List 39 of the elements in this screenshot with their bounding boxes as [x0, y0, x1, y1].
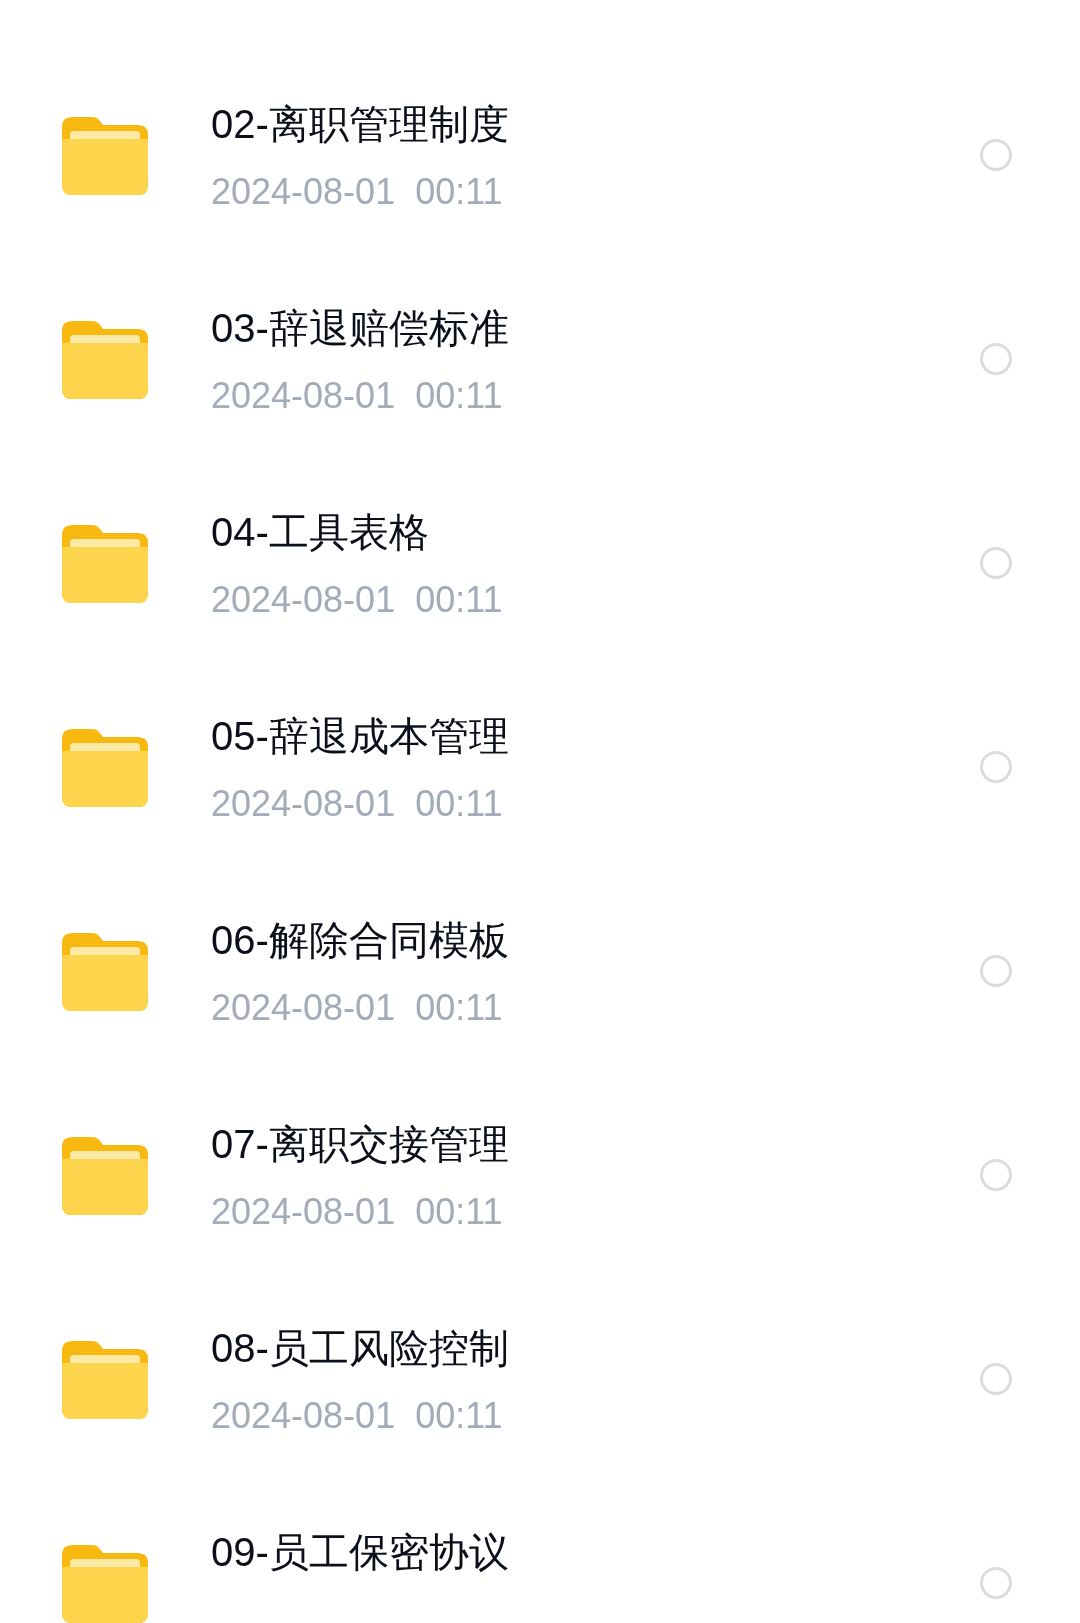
select-radio[interactable] — [980, 343, 1012, 375]
folder-row[interactable]: 09-员工保密协议 — [0, 1483, 1080, 1623]
folder-row[interactable]: 03-辞退赔偿标准 2024-08-01 00:11 — [0, 259, 1080, 463]
folder-name: 04-工具表格 — [211, 509, 430, 556]
select-radio[interactable] — [980, 1567, 1012, 1599]
folder-row[interactable]: 02-离职管理制度 2024-08-01 00:11 — [0, 55, 1080, 259]
select-radio[interactable] — [980, 751, 1012, 783]
select-radio[interactable] — [980, 547, 1012, 579]
folder-name: 07-离职交接管理 — [211, 1121, 510, 1168]
folder-row[interactable]: 07-离职交接管理 2024-08-01 00:11 — [0, 1075, 1080, 1279]
file-date: 2024-08-01 00:11 — [211, 170, 504, 214]
folder-name: 09-员工保密协议 — [211, 1529, 510, 1576]
folder-icon — [62, 117, 148, 195]
select-radio[interactable] — [980, 1159, 1012, 1191]
folder-row[interactable]: 08-员工风险控制 2024-08-01 00:11 — [0, 1279, 1080, 1483]
folder-row[interactable]: 04-工具表格 2024-08-01 00:11 — [0, 463, 1080, 667]
file-date: 2024-08-01 00:11 — [211, 1190, 504, 1234]
file-date: 2024-08-01 00:11 — [211, 1394, 504, 1438]
file-date: 2024-08-01 00:11 — [211, 782, 504, 826]
select-radio[interactable] — [980, 139, 1012, 171]
folder-icon — [62, 1137, 148, 1215]
folder-name: 08-员工风险控制 — [211, 1325, 510, 1372]
file-date: 2024-08-01 00:11 — [211, 374, 504, 418]
folder-icon — [62, 321, 148, 399]
folder-icon — [62, 1545, 148, 1623]
folder-row[interactable]: 05-辞退成本管理 2024-08-01 00:11 — [0, 667, 1080, 871]
select-radio[interactable] — [980, 1363, 1012, 1395]
folder-name: 05-辞退成本管理 — [211, 713, 510, 760]
folder-name: 03-辞退赔偿标准 — [211, 305, 510, 352]
file-date: 2024-08-01 00:11 — [211, 578, 504, 622]
folder-icon — [62, 729, 148, 807]
folder-name: 02-离职管理制度 — [211, 101, 510, 148]
folder-name: 06-解除合同模板 — [211, 917, 510, 964]
folder-icon — [62, 525, 148, 603]
file-date: 2024-08-01 00:11 — [211, 986, 504, 1030]
folder-icon — [62, 933, 148, 1011]
folder-icon — [62, 1341, 148, 1419]
select-radio[interactable] — [980, 955, 1012, 987]
folder-row[interactable]: 06-解除合同模板 2024-08-01 00:11 — [0, 871, 1080, 1075]
